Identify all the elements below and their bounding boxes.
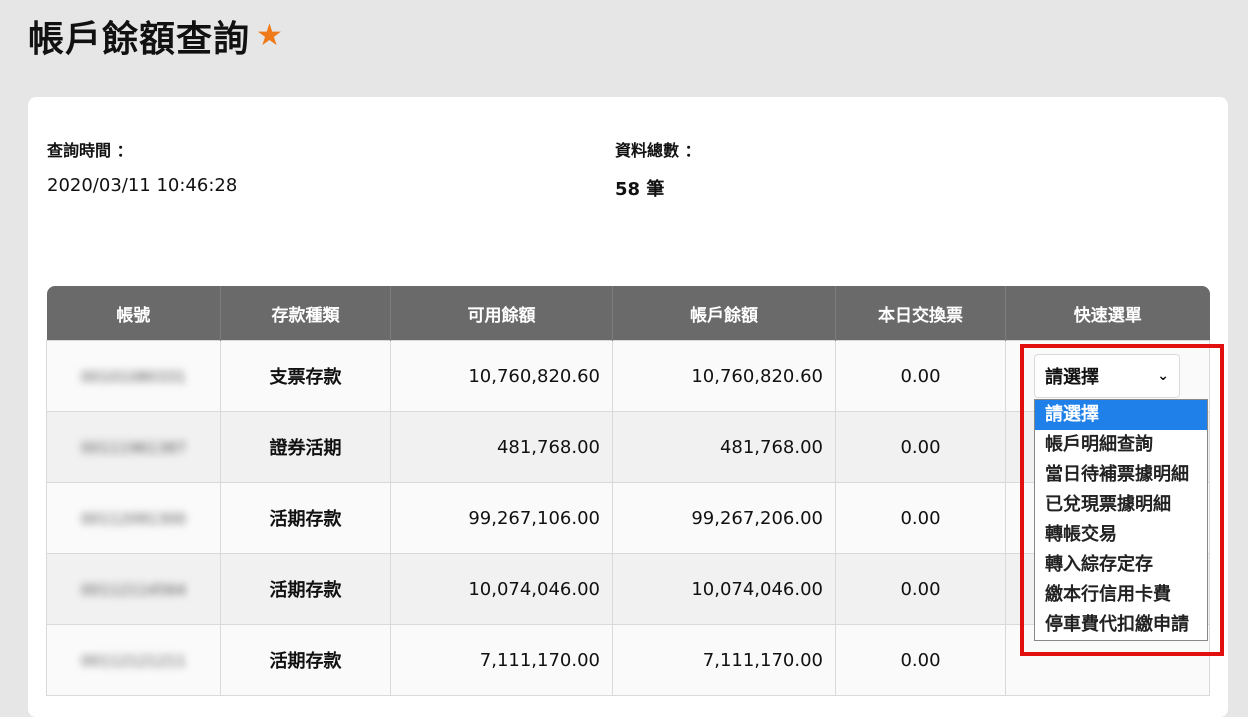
exchange-cell: 0.00 bbox=[835, 482, 1006, 554]
header-available: 可用餘額 bbox=[390, 286, 613, 341]
account-cell: 00111961387 bbox=[46, 411, 221, 483]
quick-menu-select[interactable]: 請選擇 ⌄ bbox=[1034, 354, 1180, 398]
page-title-text: 帳戶餘額查詢 bbox=[28, 19, 251, 60]
header-quick-menu: 快速選單 bbox=[1005, 286, 1210, 341]
account-number: 00111961387 bbox=[81, 438, 186, 457]
chevron-down-icon: ⌄ bbox=[1157, 368, 1169, 384]
total-count-value: 58 筆 bbox=[615, 179, 665, 200]
page-title: 帳戶餘額查詢 ★ bbox=[28, 10, 284, 62]
balance-cell: 481,768.00 bbox=[612, 411, 836, 483]
quick-menu-dropdown: 請選擇 帳戶明細查詢 當日待補票據明細 已兌現票據明細 轉帳交易 轉入綜存定存 … bbox=[1034, 399, 1208, 641]
favorite-star-icon[interactable]: ★ bbox=[256, 21, 284, 51]
available-cell: 7,111,170.00 bbox=[390, 624, 613, 696]
dropdown-option-cashed-checks[interactable]: 已兌現票據明細 bbox=[1035, 490, 1207, 520]
dropdown-option-please-select[interactable]: 請選擇 bbox=[1035, 400, 1207, 430]
account-number: 00112121211 bbox=[81, 651, 186, 670]
balance-cell: 10,074,046.00 bbox=[612, 553, 836, 625]
dropdown-option-time-deposit[interactable]: 轉入綜存定存 bbox=[1035, 550, 1207, 580]
dropdown-option-credit-card-payment[interactable]: 繳本行信用卡費 bbox=[1035, 580, 1207, 610]
available-cell: 99,267,106.00 bbox=[390, 482, 613, 554]
account-number: 00112091300 bbox=[81, 509, 186, 528]
account-number: 00101080331 bbox=[81, 367, 186, 386]
header-type: 存款種類 bbox=[220, 286, 391, 341]
account-cell: 00112114564 bbox=[46, 553, 221, 625]
header-account: 帳號 bbox=[46, 286, 221, 341]
dropdown-option-parking-fee-application[interactable]: 停車費代扣繳申請 bbox=[1035, 610, 1207, 640]
balance-cell: 7,111,170.00 bbox=[612, 624, 836, 696]
type-cell: 活期存款 bbox=[220, 624, 391, 696]
quick-menu-select-value: 請選擇 bbox=[1045, 367, 1099, 388]
exchange-cell: 0.00 bbox=[835, 411, 1006, 483]
account-number: 00112114564 bbox=[81, 580, 186, 599]
exchange-cell: 0.00 bbox=[835, 553, 1006, 625]
header-balance: 帳戶餘額 bbox=[612, 286, 836, 341]
query-time-value: 2020/03/11 10:46:28 bbox=[47, 175, 238, 196]
dropdown-option-transfer[interactable]: 轉帳交易 bbox=[1035, 520, 1207, 550]
total-count: 資料總數 ： 58 筆 bbox=[615, 137, 701, 201]
dropdown-option-pending-checks[interactable]: 當日待補票據明細 bbox=[1035, 460, 1207, 490]
balance-cell: 10,760,820.60 bbox=[612, 340, 836, 412]
total-count-label: 資料總數 ： bbox=[615, 141, 701, 160]
type-cell: 活期存款 bbox=[220, 553, 391, 625]
dropdown-option-account-details[interactable]: 帳戶明細查詢 bbox=[1035, 430, 1207, 460]
available-cell: 481,768.00 bbox=[390, 411, 613, 483]
exchange-cell: 0.00 bbox=[835, 624, 1006, 696]
balance-cell: 99,267,206.00 bbox=[612, 482, 836, 554]
available-cell: 10,760,820.60 bbox=[390, 340, 613, 412]
available-cell: 10,074,046.00 bbox=[390, 553, 613, 625]
table-header-row: 帳號 存款種類 可用餘額 帳戶餘額 本日交換票 快速選單 bbox=[46, 286, 1210, 341]
exchange-cell: 0.00 bbox=[835, 340, 1006, 412]
account-cell: 00112121211 bbox=[46, 624, 221, 696]
type-cell: 支票存款 bbox=[220, 340, 391, 412]
account-cell: 00101080331 bbox=[46, 340, 221, 412]
query-time-label: 查詢時間 ： bbox=[47, 141, 133, 160]
query-time: 查詢時間 ： 2020/03/11 10:46:28 bbox=[47, 137, 237, 196]
type-cell: 證券活期 bbox=[220, 411, 391, 483]
header-exchange: 本日交換票 bbox=[835, 286, 1006, 341]
account-cell: 00112091300 bbox=[46, 482, 221, 554]
type-cell: 活期存款 bbox=[220, 482, 391, 554]
